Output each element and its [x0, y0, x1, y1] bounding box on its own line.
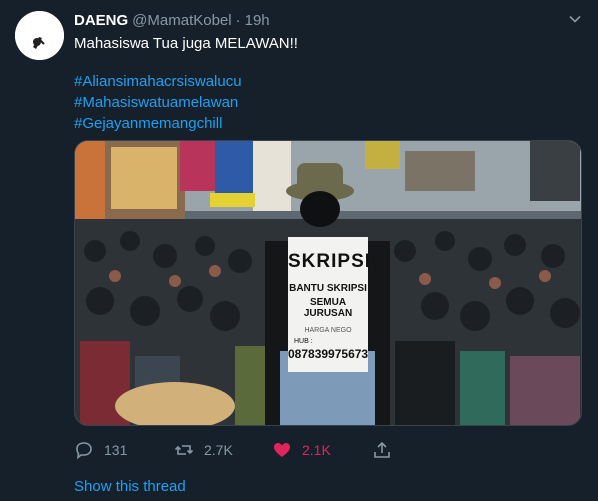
tweet-photo[interactable]: SKRIPSI BANTU SKRIPSI SEMUA JURUSAN HARG…	[74, 140, 582, 426]
hashtag-link[interactable]: #Mahasiswatuamelawan	[74, 92, 242, 113]
share-icon	[374, 441, 390, 458]
share-button[interactable]	[372, 440, 402, 460]
sign-line: BANTU SKRIPSI	[289, 283, 367, 294]
sign-phone: 087839975673	[288, 347, 369, 361]
sign-title: SKRIPSI	[288, 251, 372, 272]
author-display-name[interactable]: DAENG	[74, 12, 128, 29]
reply-count: 131	[104, 442, 128, 458]
tweet-text: Mahasiswa Tua juga MELAWAN!!	[74, 35, 298, 52]
author-handle[interactable]: @MamatKobel	[132, 12, 231, 29]
sign-line: HUB :	[294, 338, 313, 345]
sign-on-back: SKRIPSI BANTU SKRIPSI SEMUA JURUSAN HARG…	[288, 237, 372, 372]
tweet[interactable]: DAENG @MamatKobel · 19h Mahasiswa Tua ju…	[0, 0, 598, 501]
hashtag-list: #Aliansimahacrsiswalucu #Mahasiswatuamel…	[74, 71, 242, 134]
tweet-header: DAENG @MamatKobel · 19h	[74, 9, 558, 31]
retweet-count: 2.7K	[204, 442, 233, 458]
separator-dot: ·	[235, 11, 241, 29]
avatar-image	[15, 11, 64, 60]
avatar[interactable]	[15, 11, 64, 60]
hashtag-link[interactable]: #Gejayanmemangchill	[74, 113, 242, 134]
hashtag-link[interactable]: #Aliansimahacrsiswalucu	[74, 71, 242, 92]
reply-icon	[76, 442, 92, 460]
retweet-icon	[174, 445, 194, 455]
chevron-down-icon[interactable]	[568, 12, 582, 26]
like-count: 2.1K	[302, 442, 331, 458]
sign-line: SEMUA JURUSAN	[303, 297, 353, 319]
tweet-timestamp[interactable]: 19h	[245, 12, 270, 29]
tweet-actions: 131 2.7K 2.1K	[74, 440, 494, 464]
like-button[interactable]: 2.1K	[272, 440, 331, 460]
show-thread-link[interactable]: Show this thread	[74, 478, 186, 495]
retweet-button[interactable]: 2.7K	[174, 440, 233, 460]
reply-button[interactable]: 131	[74, 440, 127, 460]
sign-line: HARGA NEGO	[304, 327, 352, 334]
heart-icon	[274, 443, 290, 457]
